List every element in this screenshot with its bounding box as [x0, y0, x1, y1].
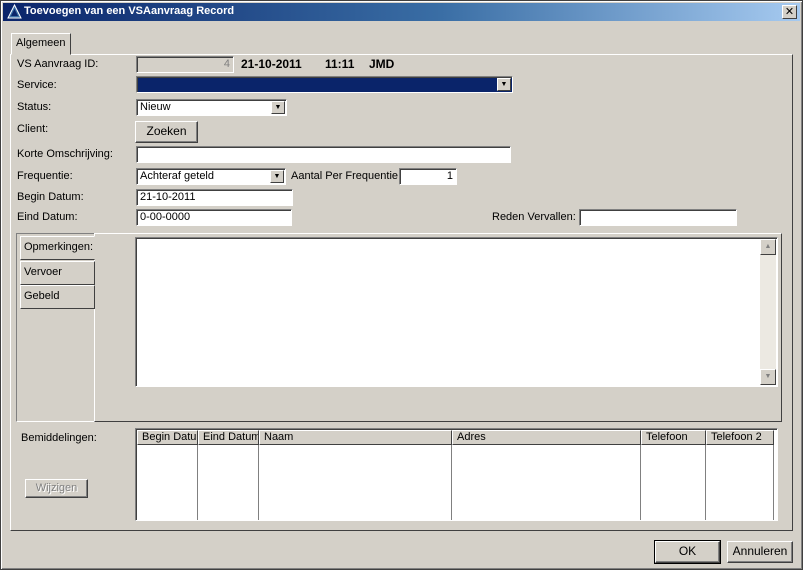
column-header-telefoon[interactable]: Telefoon	[641, 430, 706, 445]
tab-algemeen[interactable]: Algemeen	[11, 33, 71, 55]
tab-algemeen-label: Algemeen	[16, 37, 66, 49]
chevron-down-icon[interactable]: ▼	[497, 78, 511, 91]
wijzigen-button[interactable]: Wijzigen	[25, 479, 88, 498]
eind-datum-field[interactable]: 0-00-0000	[136, 209, 292, 226]
frequentie-value: Achteraf geteld	[140, 170, 214, 182]
korte-omschrijving-field[interactable]	[136, 146, 511, 163]
tab-opmerkingen[interactable]: Opmerkingen:	[20, 236, 95, 260]
time-value: 11:11	[325, 57, 355, 71]
client-label: Client:	[17, 123, 49, 135]
reden-vervallen-field[interactable]	[579, 209, 737, 226]
close-button[interactable]: ✕	[782, 5, 797, 19]
tab-opmerkingen-label: Opmerkingen:	[24, 241, 94, 253]
scroll-up-icon[interactable]: ▲	[760, 239, 776, 255]
annuleren-button[interactable]: Annuleren	[727, 541, 793, 563]
status-label: Status:	[17, 101, 52, 113]
column-divider	[258, 445, 259, 520]
vs-id-label: VS Aanvraag ID:	[17, 58, 99, 70]
begin-datum-label: Begin Datum:	[17, 191, 84, 203]
bemiddelingen-label: Bemiddelingen:	[21, 432, 97, 444]
column-header-begin-datum[interactable]: Begin Datum	[137, 430, 198, 445]
column-divider	[451, 445, 452, 520]
title-bar[interactable]: Toevoegen van een VSAanvraag Record ✕	[3, 3, 800, 21]
tab-gebeld[interactable]: Gebeld	[20, 285, 95, 309]
column-divider	[640, 445, 641, 520]
close-icon: ✕	[784, 5, 795, 18]
ok-button[interactable]: OK	[654, 540, 721, 564]
reden-vervallen-label: Reden Vervallen:	[492, 211, 576, 223]
app-triangle-icon	[7, 4, 22, 19]
aantal-label: Aantal Per Frequentie:	[291, 170, 402, 182]
tab-vervoer[interactable]: Vervoer	[20, 261, 95, 285]
eind-datum-label: Eind Datum:	[17, 211, 78, 223]
status-value: Nieuw	[140, 101, 171, 113]
opmerkingen-textarea[interactable]: ▲ ▼	[135, 237, 778, 387]
frequentie-label: Frequentie:	[17, 170, 73, 182]
column-divider	[705, 445, 706, 520]
bemiddelingen-table[interactable]: Begin Datum Eind Datum Naam Adres Telefo…	[135, 428, 778, 521]
chevron-down-icon[interactable]: ▼	[271, 101, 285, 114]
date-value: 21-10-2011	[241, 57, 302, 71]
memo-scrollbar[interactable]: ▲ ▼	[760, 239, 776, 385]
column-header-naam[interactable]: Naam	[259, 430, 452, 445]
zoeken-button[interactable]: Zoeken	[135, 121, 198, 143]
chevron-down-icon[interactable]: ▼	[270, 170, 284, 183]
column-divider	[197, 445, 198, 520]
frequentie-dropdown[interactable]: Achteraf geteld ▼	[136, 168, 286, 185]
begin-datum-field[interactable]: 21-10-2011	[136, 189, 293, 206]
column-header-eind-datum[interactable]: Eind Datum	[198, 430, 259, 445]
window-title: Toevoegen van een VSAanvraag Record	[24, 5, 235, 17]
column-divider	[773, 445, 774, 520]
status-dropdown[interactable]: Nieuw ▼	[136, 99, 287, 116]
tab-gebeld-label: Gebeld	[24, 290, 60, 302]
service-label: Service:	[17, 79, 57, 91]
column-header-adres[interactable]: Adres	[452, 430, 641, 445]
korte-omschrijving-label: Korte Omschrijving:	[17, 148, 113, 160]
tab-vervoer-label: Vervoer	[24, 266, 62, 278]
vs-id-field: 4	[136, 56, 234, 73]
scroll-down-icon[interactable]: ▼	[760, 369, 776, 385]
column-header-telefoon-2[interactable]: Telefoon 2	[706, 430, 774, 445]
user-value: JMD	[369, 57, 395, 71]
service-dropdown[interactable]: ▼	[136, 76, 513, 93]
aantal-field[interactable]: 1	[399, 168, 457, 185]
